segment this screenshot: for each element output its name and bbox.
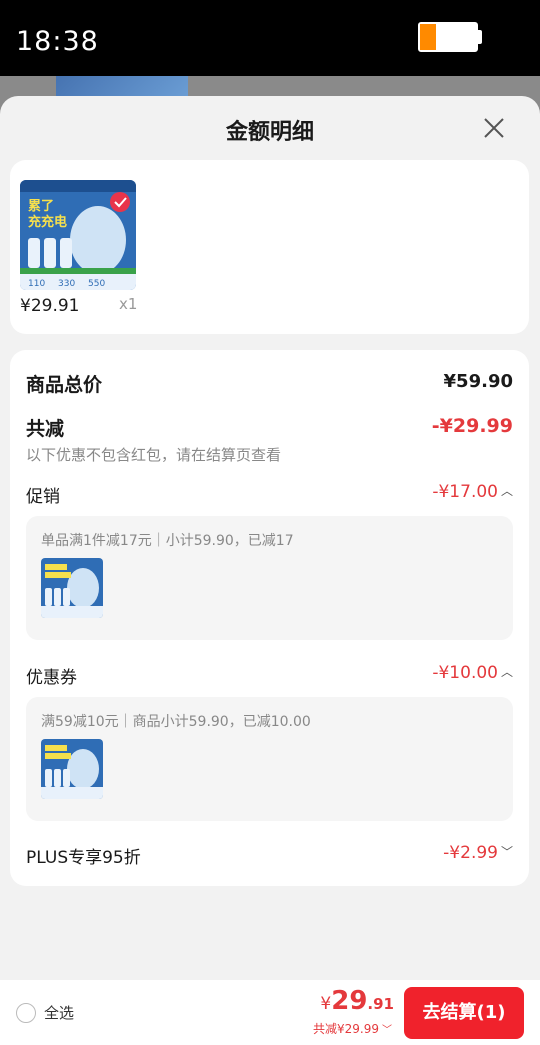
product-image-stat-1: 110: [28, 279, 45, 289]
price-detail-card: 商品总价 ¥59.90 共减 -¥29.99 以下优惠不包含红包，请在结算页查看…: [10, 350, 529, 886]
chevron-down-icon: ﹀: [382, 1025, 392, 1036]
checkout-button[interactable]: 去结算(1): [404, 987, 524, 1039]
product-quantity: x1: [119, 295, 138, 313]
battery-level: [420, 24, 436, 50]
product-image-stat-3: 550: [88, 279, 105, 289]
total-price-value: ¥59.90: [443, 371, 513, 392]
coupon-product-image[interactable]: [41, 739, 103, 799]
total-reduce-label: 共减: [26, 418, 65, 440]
battery-tip: [478, 30, 482, 44]
coupon-value: -¥10.00: [432, 663, 498, 683]
plus-discount-value: -¥2.99: [443, 843, 498, 863]
total-saving-toggle[interactable]: 共减¥29.99 ﹀: [313, 1020, 392, 1037]
total-price-label: 商品总价: [26, 374, 103, 396]
checkout-bar: 全选 ¥29.91 共减¥29.99 ﹀ 去结算(1): [0, 980, 540, 1045]
status-time: 18:38: [16, 26, 99, 57]
chevron-up-icon: ︿: [500, 484, 513, 498]
close-icon[interactable]: [478, 112, 510, 144]
price-integer: 29: [331, 986, 368, 1016]
coupon-toggle[interactable]: -¥10.00 ︿: [432, 663, 513, 683]
chevron-down-icon: ﹀: [500, 845, 513, 859]
plus-discount-toggle[interactable]: -¥2.99 ﹀: [443, 843, 513, 863]
total-reduce-value: -¥29.99: [431, 415, 513, 437]
promotion-label: 促销: [26, 487, 60, 507]
product-price: ¥29.91: [20, 296, 80, 316]
select-all-label[interactable]: 全选: [44, 1002, 74, 1023]
battery-icon: [418, 22, 478, 52]
promotion-product-image[interactable]: [41, 558, 103, 618]
radio-icon[interactable]: [16, 1003, 36, 1023]
price-decimal: .91: [367, 995, 394, 1013]
coupon-label: 优惠券: [26, 668, 77, 688]
total-saving: 共减¥29.99: [313, 1022, 379, 1036]
product-image-stat-2: 330: [58, 279, 75, 289]
product-card: 110 330 550 累了 充充电 ¥29.91 x1: [10, 160, 529, 334]
sheet-title: 金额明细: [225, 120, 314, 145]
price-symbol: ¥: [320, 994, 332, 1014]
coupon-detail-box: 满59减10元｜商品小计59.90，已减10.00: [26, 697, 513, 821]
plus-discount-label: PLUS专享95折: [26, 848, 141, 868]
product-image[interactable]: 110 330 550 累了 充充电: [20, 180, 136, 290]
product-image-headline-2: 充充电: [28, 214, 67, 230]
promotion-note: 单品满1件减17元｜小计59.90，已减17: [41, 533, 294, 549]
total-pay-price: ¥29.91: [320, 986, 394, 1016]
amount-detail-sheet: 金额明细 110 330 550 累了 充充电 ¥29.91 x1 商品总价 ¥…: [0, 96, 540, 1045]
coupon-note: 满59减10元｜商品小计59.90，已减10.00: [41, 714, 311, 730]
promotion-value: -¥17.00: [432, 482, 498, 502]
chevron-up-icon: ︿: [500, 665, 513, 679]
product-image-headline-1: 累了: [28, 198, 54, 214]
promotion-detail-box: 单品满1件减17元｜小计59.90，已减17: [26, 516, 513, 640]
discount-hint: 以下优惠不包含红包，请在结算页查看: [26, 446, 282, 464]
promotion-toggle[interactable]: -¥17.00 ︿: [432, 482, 513, 502]
